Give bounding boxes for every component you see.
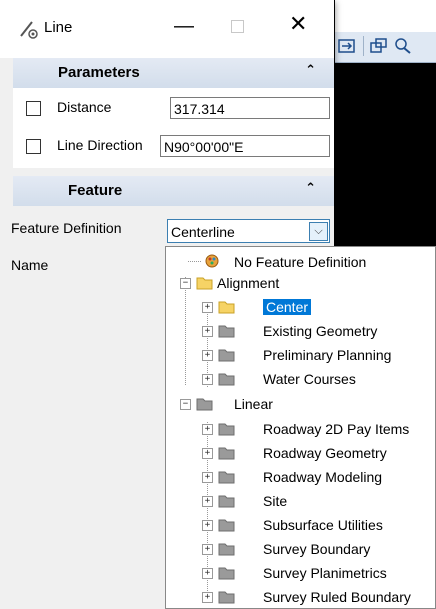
- open-folder-icon: [218, 301, 235, 314]
- folder-icon: [218, 373, 235, 386]
- tree-item-no-feature-definition[interactable]: No Feature Definition: [166, 251, 435, 273]
- chevron-down-icon[interactable]: ⌵: [309, 222, 328, 241]
- folder-icon: [218, 447, 235, 460]
- tree-item-label: Existing Geometry: [263, 323, 378, 339]
- collapse-icon[interactable]: −: [180, 278, 191, 289]
- feature-definition-label: Feature Definition: [11, 220, 122, 236]
- tree-item-roadway-2d-pay-items[interactable]: + Roadway 2D Pay Items: [166, 418, 435, 440]
- folder-icon: [218, 423, 235, 436]
- feature-definition-combo[interactable]: Centerline: [167, 219, 330, 243]
- feature-definition-value: Centerline: [171, 224, 235, 240]
- expand-icon[interactable]: +: [202, 592, 213, 603]
- collapse-icon[interactable]: −: [180, 399, 191, 410]
- expand-icon[interactable]: +: [202, 448, 213, 459]
- folder-icon: [218, 543, 235, 556]
- toolbar-tool-icon[interactable]: [337, 37, 357, 55]
- tree-item-label: Water Courses: [263, 371, 356, 387]
- window-title: Line: [44, 19, 73, 36]
- folder-icon: [218, 349, 235, 362]
- tree-item-label: Survey Boundary: [263, 541, 371, 557]
- expand-icon[interactable]: +: [202, 568, 213, 579]
- line-direction-label: Line Direction: [57, 137, 143, 153]
- tree-item-label: Alignment: [217, 275, 280, 291]
- parameters-panel: Distance 317.314 Line Direction N90°00'0…: [13, 88, 334, 168]
- feature-definition-icon: [205, 254, 219, 268]
- expand-icon[interactable]: +: [202, 496, 213, 507]
- expand-icon[interactable]: +: [202, 424, 213, 435]
- close-button[interactable]: ✕: [289, 13, 307, 35]
- folder-icon: [218, 325, 235, 338]
- minimize-button[interactable]: —: [174, 16, 194, 36]
- background-toolbar: [335, 0, 436, 63]
- expand-icon[interactable]: +: [202, 350, 213, 361]
- feature-section-header[interactable]: Feature ⌃: [13, 176, 334, 206]
- toolbar-search-icon[interactable]: [393, 37, 413, 55]
- tree-item-survey-ruled-boundary[interactable]: + Survey Ruled Boundary: [166, 586, 435, 608]
- tree-item-label: No Feature Definition: [234, 254, 367, 270]
- folder-icon: [218, 519, 235, 532]
- tree-item-label: Roadway Modeling: [263, 469, 383, 485]
- feature-title: Feature: [68, 182, 123, 199]
- collapse-icon[interactable]: ⌃: [305, 62, 316, 78]
- tree-item-label: Survey Ruled Boundary: [263, 589, 411, 605]
- tree-item-label: Survey Planimetrics: [263, 565, 387, 581]
- parameters-section-header[interactable]: Parameters ⌃: [13, 58, 334, 88]
- tree-item-alignment[interactable]: − Alignment: [166, 272, 435, 294]
- tree-item-roadway-modeling[interactable]: + Roadway Modeling: [166, 466, 435, 488]
- open-folder-icon: [196, 277, 213, 290]
- collapse-icon[interactable]: ⌃: [305, 180, 316, 196]
- tree-item-survey-boundary[interactable]: + Survey Boundary: [166, 538, 435, 560]
- expand-icon[interactable]: +: [202, 374, 213, 385]
- tree-item-label: Subsurface Utilities: [263, 517, 383, 533]
- tree-item-label: Roadway Geometry: [263, 445, 387, 461]
- expand-icon[interactable]: +: [202, 544, 213, 555]
- tree-item-label: Preliminary Planning: [263, 347, 392, 363]
- title-bar[interactable]: Line — ✕: [0, 0, 334, 58]
- distance-field[interactable]: 317.314: [170, 97, 330, 119]
- tree-item-center[interactable]: + Center: [166, 296, 435, 318]
- tree-item-label: Linear: [234, 396, 273, 412]
- expand-icon[interactable]: +: [202, 302, 213, 313]
- parameters-title: Parameters: [58, 64, 140, 81]
- distance-label: Distance: [57, 99, 112, 115]
- distance-checkbox[interactable]: [26, 101, 41, 116]
- expand-icon[interactable]: +: [202, 326, 213, 337]
- tree-item-existing-geometry[interactable]: + Existing Geometry: [166, 320, 435, 342]
- tree-item-label: Center: [263, 299, 312, 315]
- tree-item-preliminary-planning[interactable]: + Preliminary Planning: [166, 344, 435, 366]
- folder-icon: [218, 591, 235, 604]
- maximize-button[interactable]: [231, 20, 244, 33]
- folder-icon: [218, 495, 235, 508]
- line-direction-field[interactable]: N90°00'00"E: [160, 135, 330, 157]
- feature-definition-dropdown: No Feature Definition − Alignment + Cent…: [165, 246, 436, 609]
- tree-item-water-courses[interactable]: + Water Courses: [166, 368, 435, 390]
- tree-item-survey-planimetrics[interactable]: + Survey Planimetrics: [166, 562, 435, 584]
- expand-icon[interactable]: +: [202, 472, 213, 483]
- name-label: Name: [11, 257, 49, 273]
- tree-item-roadway-geometry[interactable]: + Roadway Geometry: [166, 442, 435, 464]
- tree-item-subsurface-utilities[interactable]: + Subsurface Utilities: [166, 514, 435, 536]
- folder-icon: [218, 567, 235, 580]
- expand-icon[interactable]: +: [202, 520, 213, 531]
- folder-icon: [218, 471, 235, 484]
- folder-icon: [196, 398, 213, 411]
- tree-item-site[interactable]: + Site: [166, 490, 435, 512]
- tree-item-linear[interactable]: − Linear: [166, 393, 435, 415]
- tree-item-label: Roadway 2D Pay Items: [263, 421, 410, 437]
- tree-item-label: Site: [263, 493, 288, 509]
- toolbar-window-icon[interactable]: [369, 37, 389, 55]
- line-tool-icon: [20, 21, 38, 39]
- line-direction-checkbox[interactable]: [26, 139, 41, 154]
